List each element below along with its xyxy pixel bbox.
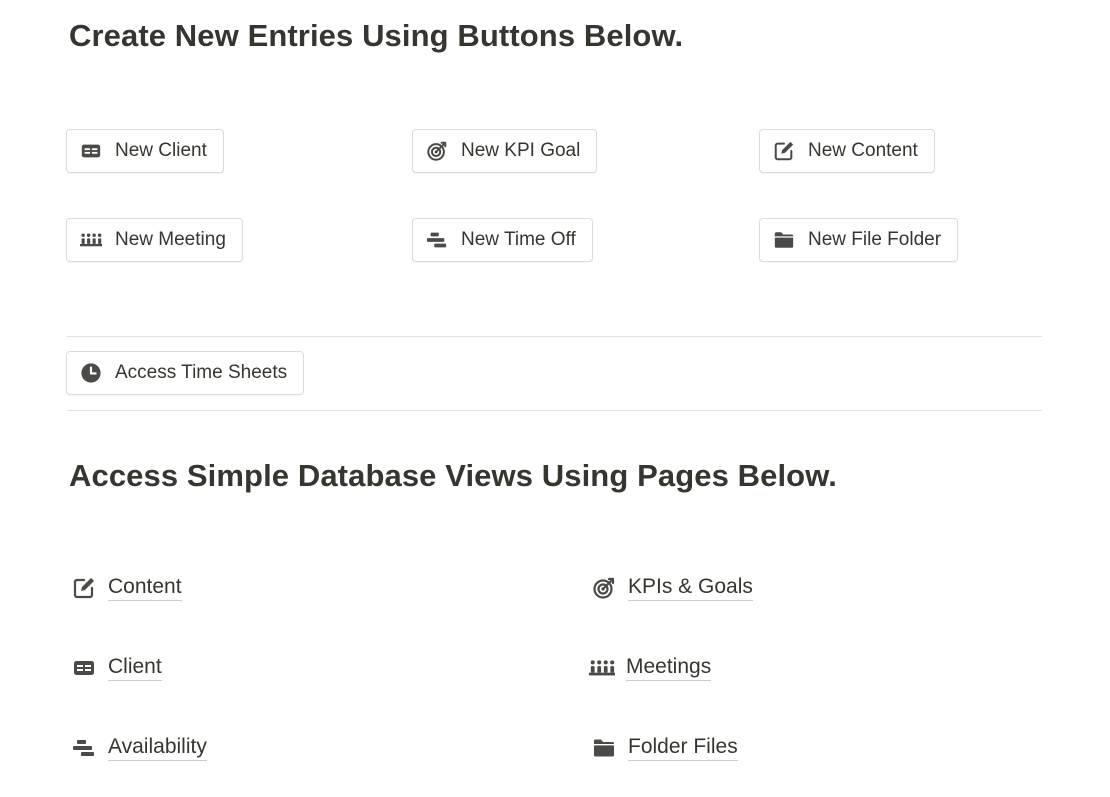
page-link-client-label: Client — [108, 655, 162, 681]
page-link-folder-files-label: Folder Files — [628, 735, 738, 761]
clock-icon — [80, 362, 102, 384]
page-link-client[interactable]: Client — [71, 655, 162, 681]
page-link-meetings-label: Meetings — [626, 655, 712, 681]
folder-icon — [773, 229, 795, 251]
page-link-availability-label: Availability — [108, 735, 207, 761]
meeting-icon — [80, 229, 102, 251]
new-time-off-label: New Time Off — [461, 229, 576, 250]
page-link-meetings[interactable]: Meetings — [589, 655, 712, 681]
timeline-icon — [71, 735, 97, 761]
target-icon — [591, 575, 617, 601]
meeting-icon — [589, 655, 615, 681]
timeline-icon — [426, 229, 448, 251]
new-time-off-button[interactable]: New Time Off — [412, 218, 593, 262]
page-link-availability[interactable]: Availability — [71, 735, 207, 761]
new-file-folder-button[interactable]: New File Folder — [759, 218, 959, 262]
page-link-kpis-goals-label: KPIs & Goals — [628, 575, 753, 601]
client-card-icon — [80, 140, 102, 162]
page-link-content[interactable]: Content — [71, 575, 182, 601]
new-meeting-button[interactable]: New Meeting — [66, 218, 243, 262]
new-kpi-goal-button[interactable]: New KPI Goal — [412, 129, 598, 173]
folder-icon — [591, 735, 617, 761]
new-content-button[interactable]: New Content — [759, 129, 935, 173]
create-entries-heading: Create New Entries Using Buttons Below. — [69, 18, 684, 53]
divider-top — [67, 336, 1042, 337]
access-time-sheets-button[interactable]: Access Time Sheets — [66, 351, 305, 395]
client-card-icon — [71, 655, 97, 681]
new-file-folder-label: New File Folder — [808, 229, 942, 250]
page-link-kpis-goals[interactable]: KPIs & Goals — [591, 575, 753, 601]
divider-bottom — [67, 410, 1042, 411]
access-time-sheets-label: Access Time Sheets — [115, 362, 288, 383]
new-kpi-goal-label: New KPI Goal — [461, 140, 581, 161]
new-content-label: New Content — [808, 140, 918, 161]
page-link-folder-files[interactable]: Folder Files — [591, 735, 738, 761]
new-client-label: New Client — [115, 140, 207, 161]
edit-icon — [773, 140, 795, 162]
target-icon — [426, 140, 448, 162]
database-views-heading: Access Simple Database Views Using Pages… — [69, 458, 837, 493]
new-client-button[interactable]: New Client — [66, 129, 224, 173]
edit-icon — [71, 575, 97, 601]
page-link-content-label: Content — [108, 575, 182, 601]
new-meeting-label: New Meeting — [115, 229, 226, 250]
